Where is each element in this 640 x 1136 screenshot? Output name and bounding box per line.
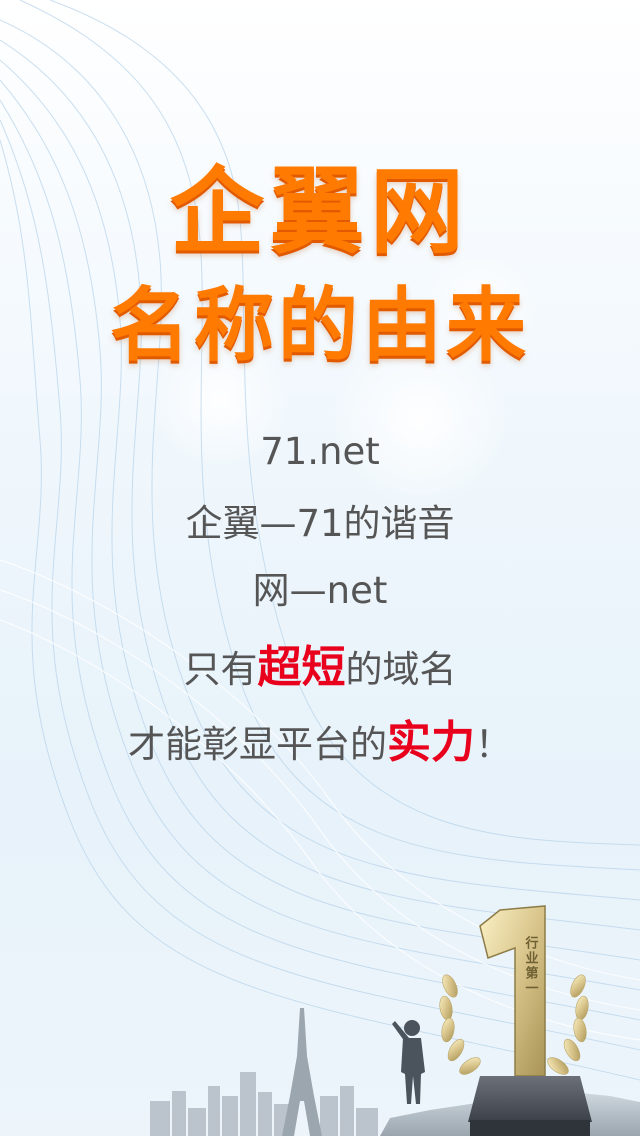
short-domain-highlight: 超短: [257, 642, 346, 693]
strength-text-before: 才能彰显平台的: [128, 723, 387, 766]
laurel-wreath-icon: [439, 974, 589, 1075]
short-domain-text-after: 的域名: [345, 648, 457, 691]
tower-icon: [282, 1008, 322, 1136]
page-title: 企翼网: [169, 158, 470, 267]
businessman-figure: [392, 1020, 425, 1104]
net-text: 网—net: [252, 569, 388, 612]
footer-illustration: 行业第一: [150, 905, 640, 1136]
short-domain-text: 只有超短的域名: [0, 643, 640, 695]
trophy-inscription: 行业第一: [523, 935, 540, 996]
city-skyline: [150, 1072, 378, 1136]
strength-highlight: 实力: [387, 717, 475, 768]
short-domain-text-before: 只有: [183, 648, 258, 691]
promo-screen: 企翼网 名称的由来 71.net 企翼—71的谐音 网—net 只有超短的域名 …: [0, 0, 640, 1136]
domain-text: 71.net: [260, 430, 380, 473]
trophy-base: [468, 1076, 592, 1122]
strength-text: 才能彰显平台的实力！: [0, 718, 640, 770]
page-subtitle: 名称的由来: [110, 279, 530, 372]
homophone-text: 企翼—71的谐音: [185, 502, 455, 545]
trophy-number-one: 行业第一: [479, 905, 546, 1077]
strength-text-after: ！: [475, 723, 512, 766]
